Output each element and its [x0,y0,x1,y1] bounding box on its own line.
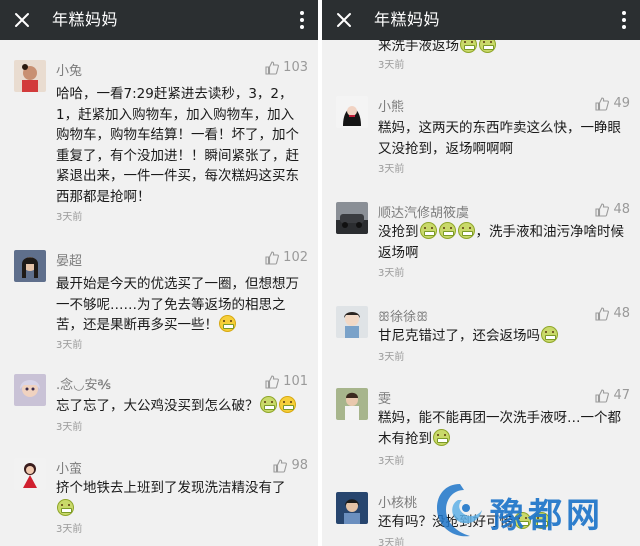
emoji-icon [219,315,236,332]
like-count: 102 [283,250,308,265]
emoji-icon [278,396,296,413]
comment-text: 哈哈，一看7:29赶紧进去读秒，3，2，1，赶紧加入购物车，加入购物车，加入购物… [56,86,299,205]
avatar[interactable] [14,374,46,406]
thumbs-up-icon [595,96,610,111]
emoji-icon [541,326,558,343]
comment-time: 3天前 [378,538,405,546]
like-count: 49 [613,96,630,111]
comment-author[interactable]: 晏超 [56,250,82,269]
comment-time: 3天前 [378,164,405,175]
comment-author[interactable]: 小熊 [378,96,404,115]
comment-time: 3天前 [378,352,405,363]
right-panel: 年糕妈妈 来洗手液返场 3天前 小熊 49 糕妈，这两天的东西咋卖这么快，一睁眼… [322,0,640,546]
thumbs-up-icon [273,458,288,473]
watermark-logo-icon [436,484,482,537]
avatar[interactable] [336,492,368,524]
site-watermark: 豫都网 [430,480,636,542]
like-count: 98 [291,458,308,473]
comment-author[interactable]: ꕥ徐徐ꕥ [378,306,428,325]
thumbs-up-icon [265,250,280,265]
comment-time: 3天前 [56,524,83,535]
top-bar: 年糕妈妈 [322,0,640,40]
comment-author[interactable]: 雯 [378,388,391,407]
like-button[interactable]: 48 [595,202,630,217]
comment-author[interactable]: 小蛮 [56,458,82,477]
comment-text: 甘尼克错过了，还会返场吗 [378,326,628,347]
avatar[interactable] [336,96,368,128]
emoji-icon [259,396,277,413]
like-button[interactable]: 48 [595,306,630,321]
like-count: 47 [613,388,630,403]
comment-author[interactable]: 顺达汽修胡筱虞 [378,202,469,221]
comment-text: 挤个地铁去上班到了发现洗洁精没有了 [56,478,306,519]
avatar[interactable] [336,306,368,338]
close-button[interactable] [328,0,360,40]
comment-author[interactable]: .念◡安℁ [56,374,111,393]
top-bar: 年糕妈妈 [0,0,318,40]
thumbs-up-icon [595,202,610,217]
comment-time: 3天前 [378,456,405,467]
comment-time: 3天前 [56,422,83,433]
like-count: 48 [613,202,630,217]
avatar[interactable] [14,250,46,282]
comment-time: 3天前 [56,212,83,223]
comment-author[interactable]: 小兔 [56,60,82,79]
comment-text: 没抢到 ，洗手液和油污净啥时候返场啊 [378,222,624,261]
like-button[interactable]: 49 [595,96,630,111]
comment-time: 3天前 [56,340,83,351]
emoji-icon [419,222,437,239]
comment-time: 3天前 [378,60,405,71]
more-vertical-icon [300,11,304,15]
thumbs-up-icon [265,60,280,75]
comment-author[interactable]: 小核桃 [378,492,417,511]
page-title: 年糕妈妈 [52,10,119,29]
like-button[interactable]: 101 [265,374,308,389]
like-button[interactable]: 103 [265,60,308,75]
like-count: 103 [283,60,308,75]
emoji-icon [57,498,74,516]
avatar[interactable] [336,202,368,234]
close-button[interactable] [6,0,38,40]
close-icon [15,13,29,27]
like-button[interactable]: 98 [273,458,308,473]
like-button[interactable]: 47 [595,388,630,403]
comment-text: 糕妈，能不能再团一次洗手液呀…一个都木有抢到 [378,410,621,447]
comment-time: 3天前 [378,268,405,279]
page-title: 年糕妈妈 [374,10,441,29]
comment-text: 最开始是今天的优选买了一圈，但想想万一不够呢……为了免去等返场的相思之苦，还是果… [56,276,299,333]
thumbs-up-icon [595,306,610,321]
left-panel: 年糕妈妈 小兔 103 哈哈，一看7:29赶紧进去读秒，3，2，1，赶紧加入购物… [0,0,318,546]
avatar[interactable] [14,60,46,92]
avatar[interactable] [14,458,46,490]
like-button[interactable]: 102 [265,250,308,265]
comment-text: 忘了忘了，大公鸡没买到怎么破？ [56,396,306,417]
more-vertical-icon [622,11,626,15]
like-count: 48 [613,306,630,321]
emoji-icon [457,222,475,239]
emoji-icon [433,428,450,446]
comment-text: 糕妈，这两天的东西咋卖这么快，一睁眼又没抢到，返场啊啊啊 [378,120,621,157]
thumbs-up-icon [595,388,610,403]
close-icon [337,13,351,27]
like-count: 101 [283,374,308,389]
watermark-text: 豫都网 [490,496,604,536]
avatar[interactable] [336,388,368,420]
thumbs-up-icon [265,374,280,389]
more-options-button[interactable] [292,0,312,40]
more-options-button[interactable] [614,0,634,40]
emoji-icon [438,222,456,239]
